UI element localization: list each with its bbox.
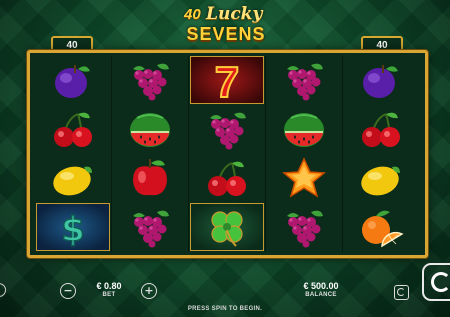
reel-separator [342, 56, 343, 252]
reels-grid: $ 7 [35, 56, 420, 252]
spin-icon [431, 272, 450, 292]
balance-label: BALANCE [305, 292, 337, 298]
autoplay-button[interactable] [394, 285, 409, 300]
svg-text:7: 7 [215, 58, 239, 107]
symbol-cherries-icon [36, 105, 110, 153]
symbol-dollar-icon: $ [36, 203, 110, 251]
reel-separator [188, 56, 189, 252]
symbol-watermelon-icon [113, 105, 187, 153]
symbol-apple-icon [113, 154, 187, 202]
game-logo: 40 Lucky SEVENS [176, 4, 274, 46]
symbol-cherries-icon [190, 154, 264, 202]
status-message: PRESS SPIN TO BEGIN. [187, 306, 263, 312]
symbol-plum-icon [36, 56, 110, 104]
bet-label: BET [102, 292, 116, 298]
symbol-grapes-icon [267, 203, 341, 251]
symbol-plum-icon [344, 56, 418, 104]
symbol-watermelon-icon [267, 105, 341, 153]
logo-sevens-text: SEVENS [186, 24, 266, 44]
spin-button[interactable] [422, 263, 450, 301]
balance-value: € 500.00 [303, 281, 339, 291]
svg-text:$: $ [61, 210, 85, 250]
symbol-grapes-icon [113, 203, 187, 251]
reel-separator [111, 56, 112, 252]
menu-icon[interactable] [0, 283, 6, 297]
autoplay-icon [397, 288, 405, 296]
bet-decrease-button[interactable]: − [60, 283, 76, 299]
logo-number: 40 [184, 6, 201, 23]
symbol-cherries-icon [344, 105, 418, 153]
symbol-orange-icon [344, 203, 418, 251]
reels-frame: $ 7 [27, 50, 428, 258]
bet-increase-button[interactable]: + [141, 283, 157, 299]
bet-value: € 0.80 [96, 281, 122, 291]
symbol-lemon-icon [344, 154, 418, 202]
symbol-grapes-icon [113, 56, 187, 104]
symbol-star-icon [267, 154, 341, 202]
reel-separator [265, 56, 266, 252]
symbol-grapes-icon [190, 105, 264, 153]
symbol-clover-icon [190, 203, 264, 251]
symbol-seven-icon: 7 [190, 56, 264, 108]
symbol-grapes-icon [267, 56, 341, 104]
symbol-lemon-icon [36, 154, 110, 202]
logo-lucky-text: Lucky [206, 4, 263, 24]
